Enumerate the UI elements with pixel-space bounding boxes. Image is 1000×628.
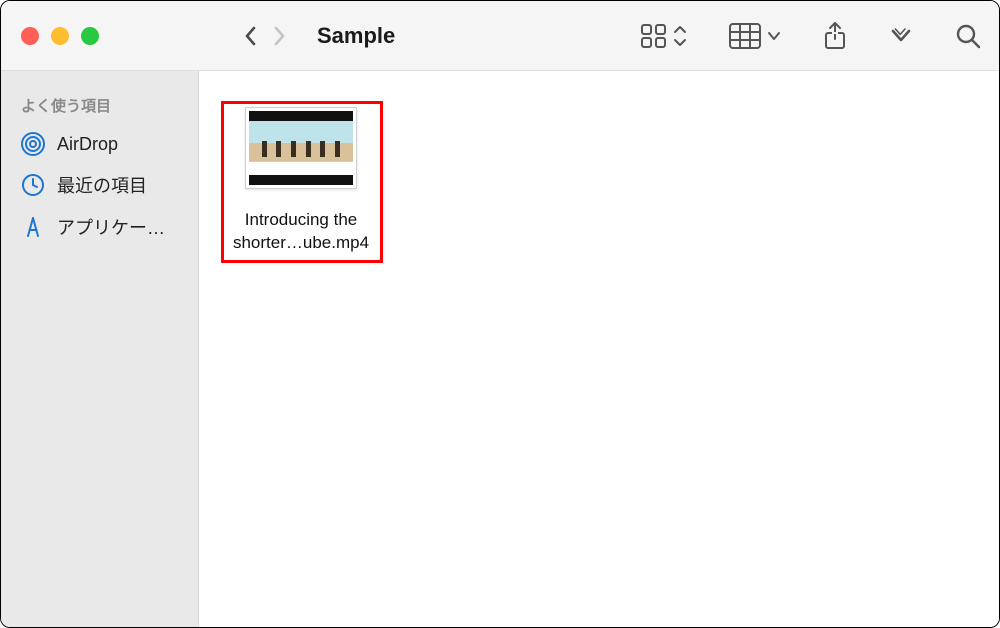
clock-icon [21, 173, 45, 197]
fullscreen-button[interactable] [81, 27, 99, 45]
minimize-button[interactable] [51, 27, 69, 45]
content-area[interactable]: Introducing the shorter…ube.mp4 [199, 71, 999, 627]
applications-icon [21, 215, 45, 239]
nav-arrows [243, 24, 287, 48]
sidebar-item-label: 最近の項目 [57, 172, 147, 198]
sidebar-item-label: アプリケー… [57, 214, 165, 240]
window-title: Sample [317, 23, 395, 49]
sidebar-item-applications[interactable]: アプリケー… [1, 206, 198, 248]
file-label-line2: shorter…ube.mp4 [223, 232, 379, 255]
finder-window: Sample [0, 0, 1000, 628]
toolbar-right [641, 21, 981, 51]
file-label-line1: Introducing the [223, 209, 379, 232]
file-thumbnail [245, 107, 357, 189]
window-controls [1, 27, 199, 45]
toolbar: Sample [1, 1, 999, 71]
sidebar-item-recents[interactable]: 最近の項目 [1, 164, 198, 206]
back-button[interactable] [243, 24, 259, 48]
share-button[interactable] [823, 21, 847, 51]
window-body: よく使う項目 AirDrop 最 [1, 71, 999, 627]
sidebar-item-airdrop[interactable]: AirDrop [1, 124, 198, 164]
file-label: Introducing the shorter…ube.mp4 [221, 209, 381, 255]
close-button[interactable] [21, 27, 39, 45]
sidebar-item-label: AirDrop [57, 134, 118, 155]
forward-button[interactable] [271, 24, 287, 48]
sidebar: よく使う項目 AirDrop 最 [1, 71, 199, 627]
file-item[interactable]: Introducing the shorter…ube.mp4 [221, 101, 381, 255]
search-button[interactable] [955, 23, 981, 49]
airdrop-icon [21, 132, 45, 156]
more-button[interactable] [889, 26, 913, 46]
sidebar-heading-favorites: よく使う項目 [1, 89, 198, 124]
group-by-button[interactable] [729, 23, 781, 49]
view-icons-button[interactable] [641, 23, 687, 49]
